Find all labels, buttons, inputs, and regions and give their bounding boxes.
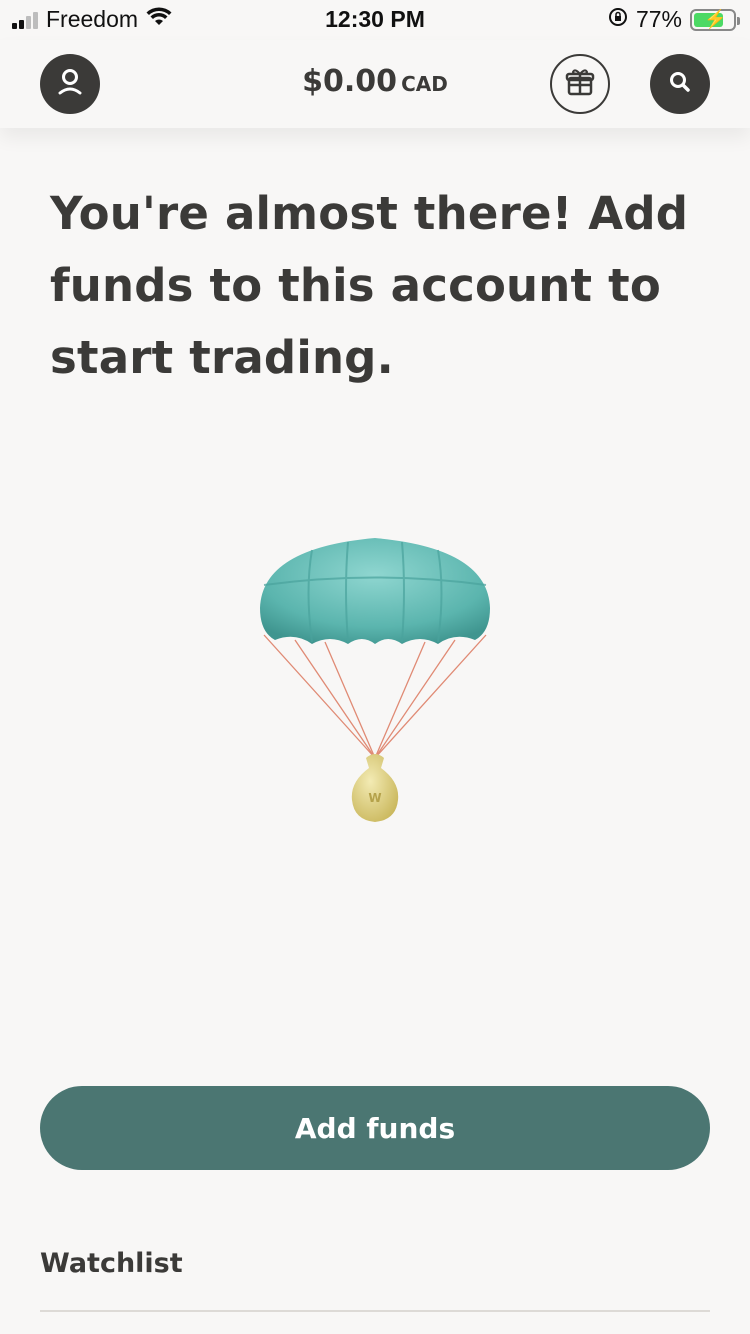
app-header: $0.00 CAD bbox=[0, 40, 750, 128]
battery-icon: ⚡ bbox=[690, 8, 740, 31]
status-bar: Freedom 12:30 PM 77% ⚡ bbox=[0, 0, 750, 40]
battery-cap bbox=[737, 16, 740, 25]
page-headline: You're almost there! Add funds to this a… bbox=[50, 187, 689, 384]
bag-mark: W bbox=[368, 791, 381, 805]
orientation-lock-icon bbox=[608, 6, 628, 33]
gift-button[interactable] bbox=[550, 54, 610, 114]
status-right: 77% ⚡ bbox=[608, 6, 740, 33]
watchlist-title: Watchlist bbox=[40, 1248, 183, 1279]
balance-currency: CAD bbox=[401, 72, 448, 96]
watchlist-divider bbox=[40, 1310, 710, 1312]
search-button[interactable] bbox=[650, 54, 710, 114]
charging-bolt-icon: ⚡ bbox=[704, 8, 727, 29]
add-funds-button[interactable]: Add funds bbox=[40, 1086, 710, 1170]
balance-amount: $0.00 bbox=[302, 64, 398, 99]
account-balance: $0.00 CAD bbox=[0, 64, 750, 99]
search-icon bbox=[667, 69, 693, 99]
battery-percent: 77% bbox=[635, 6, 682, 32]
gift-icon bbox=[564, 66, 596, 102]
parachute-money-bag-illustration: W bbox=[250, 530, 500, 830]
